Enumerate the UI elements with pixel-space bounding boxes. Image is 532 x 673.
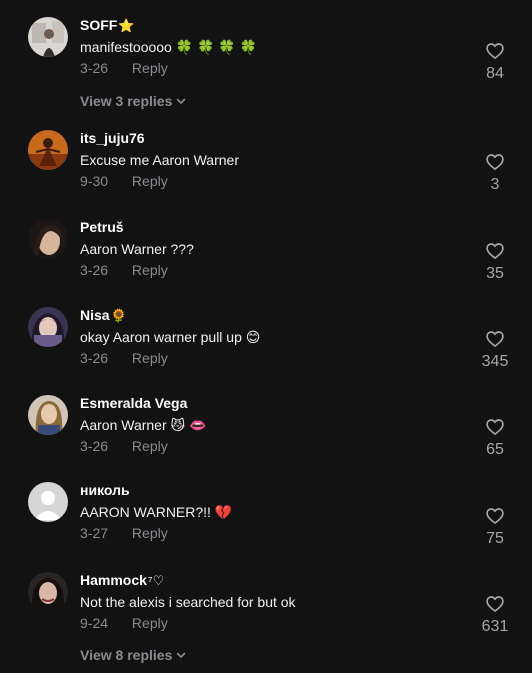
reply-button[interactable]: Reply (132, 615, 168, 631)
comment-date: 3-26 (80, 60, 109, 76)
heart-badge: ⁷♡ (147, 573, 165, 588)
chevron-down-icon (177, 652, 186, 658)
comment-meta: 9-24 Reply (80, 615, 168, 631)
reply-button[interactable]: Reply (132, 173, 168, 189)
comment-username[interactable]: Esmeralda Vega (80, 395, 187, 411)
comment-meta: 3-26 Reply (80, 262, 168, 278)
view-replies-label: View 8 replies (80, 647, 173, 663)
comment-item: its_juju76 Excuse me Aaron Warner 9-30 R… (0, 130, 532, 193)
reply-button[interactable]: Reply (132, 525, 168, 541)
like-control: 3 (470, 152, 520, 194)
like-count: 35 (486, 265, 504, 282)
like-control: 345 (470, 329, 520, 371)
avatar[interactable] (28, 482, 68, 522)
comment-date: 3-26 (80, 438, 109, 454)
avatar[interactable] (28, 395, 68, 435)
avatar[interactable] (28, 17, 68, 57)
comment-text: Aaron Warner ??? (80, 241, 194, 257)
heart-outline-icon[interactable] (485, 241, 505, 261)
heart-outline-icon[interactable] (485, 506, 505, 526)
comment-username[interactable]: Petruš (80, 219, 124, 235)
reply-button[interactable]: Reply (132, 350, 168, 366)
view-replies-button[interactable]: View 3 replies (80, 93, 186, 109)
comment-item: Esmeralda Vega Aaron Warner 😼 👄 3-26 Rep… (0, 395, 532, 458)
star-emoji: ⭐ (118, 18, 135, 33)
comment-meta: 9-30 Reply (80, 173, 168, 189)
like-control: 84 (470, 41, 520, 83)
comment-date: 3-26 (80, 350, 109, 366)
like-count: 84 (486, 65, 504, 82)
username-text: Hammock (80, 572, 147, 588)
comment-text: okay Aaron warner pull up 😊 (80, 329, 261, 345)
heart-outline-icon[interactable] (485, 152, 505, 172)
comment-meta: 3-27 Reply (80, 525, 168, 541)
username-text: николь (80, 482, 130, 498)
comment-date: 9-24 (80, 615, 109, 631)
comment-item: SOFF⭐ manifestooooo 🍀 🍀 🍀 🍀 3-26 Reply 8… (0, 17, 532, 82)
person-silhouette-icon (28, 482, 68, 522)
like-control: 631 (470, 594, 520, 636)
like-count: 75 (486, 530, 504, 547)
comment-username[interactable]: Nisa🌻 (80, 307, 127, 324)
comment-item: Nisa🌻 okay Aaron warner pull up 😊 3-26 R… (0, 307, 532, 370)
comment-item: николь AARON WARNER?!! 💔 3-27 Reply 75 (0, 482, 532, 547)
like-count: 3 (490, 176, 500, 193)
username-text: SOFF (80, 17, 118, 33)
heart-outline-icon[interactable] (485, 594, 505, 614)
username-text: Esmeralda Vega (80, 395, 188, 411)
like-control: 65 (470, 417, 520, 459)
comment-text: manifestooooo 🍀 🍀 🍀 🍀 (80, 39, 258, 55)
reply-button[interactable]: Reply (132, 60, 168, 76)
comment-date: 3-26 (80, 262, 109, 278)
like-control: 75 (470, 506, 520, 548)
reply-button[interactable]: Reply (132, 262, 168, 278)
username-text: Petruš (80, 219, 124, 235)
comment-text: Not the alexis i searched for but ok (80, 594, 296, 610)
heart-outline-icon[interactable] (485, 329, 505, 349)
comment-text: AARON WARNER?!! 💔 (80, 504, 233, 520)
reply-button[interactable]: Reply (132, 438, 168, 454)
like-control: 35 (470, 241, 520, 283)
comment-item: Hammock⁷♡ Not the alexis i searched for … (0, 572, 532, 635)
comment-meta: 3-26 Reply (80, 438, 168, 454)
like-count: 65 (486, 441, 504, 458)
comment-username[interactable]: SOFF⭐ (80, 17, 135, 34)
avatar[interactable] (28, 307, 68, 347)
avatar[interactable] (28, 219, 68, 259)
sunflower-emoji: 🌻 (110, 308, 127, 323)
comment-meta: 3-26 Reply (80, 60, 168, 76)
like-count: 631 (481, 618, 509, 635)
username-text: Nisa (80, 307, 110, 323)
comment-text: Excuse me Aaron Warner (80, 152, 239, 168)
comment-text: Aaron Warner 😼 👄 (80, 417, 207, 433)
view-replies-label: View 3 replies (80, 93, 173, 109)
chevron-down-icon (177, 98, 186, 104)
comment-date: 9-30 (80, 173, 109, 189)
like-count: 345 (481, 353, 509, 370)
comment-username[interactable]: Hammock⁷♡ (80, 572, 164, 589)
comment-item: Petruš Aaron Warner ??? 3-26 Reply 35 (0, 219, 532, 282)
comment-meta: 3-26 Reply (80, 350, 168, 366)
comment-date: 3-27 (80, 525, 109, 541)
heart-outline-icon[interactable] (485, 41, 505, 61)
avatar[interactable] (28, 572, 68, 612)
username-text: its_juju76 (80, 130, 145, 146)
avatar[interactable] (28, 130, 68, 170)
heart-outline-icon[interactable] (485, 417, 505, 437)
view-replies-button[interactable]: View 8 replies (80, 647, 186, 663)
comment-username[interactable]: its_juju76 (80, 130, 145, 146)
comment-username[interactable]: николь (80, 482, 130, 498)
